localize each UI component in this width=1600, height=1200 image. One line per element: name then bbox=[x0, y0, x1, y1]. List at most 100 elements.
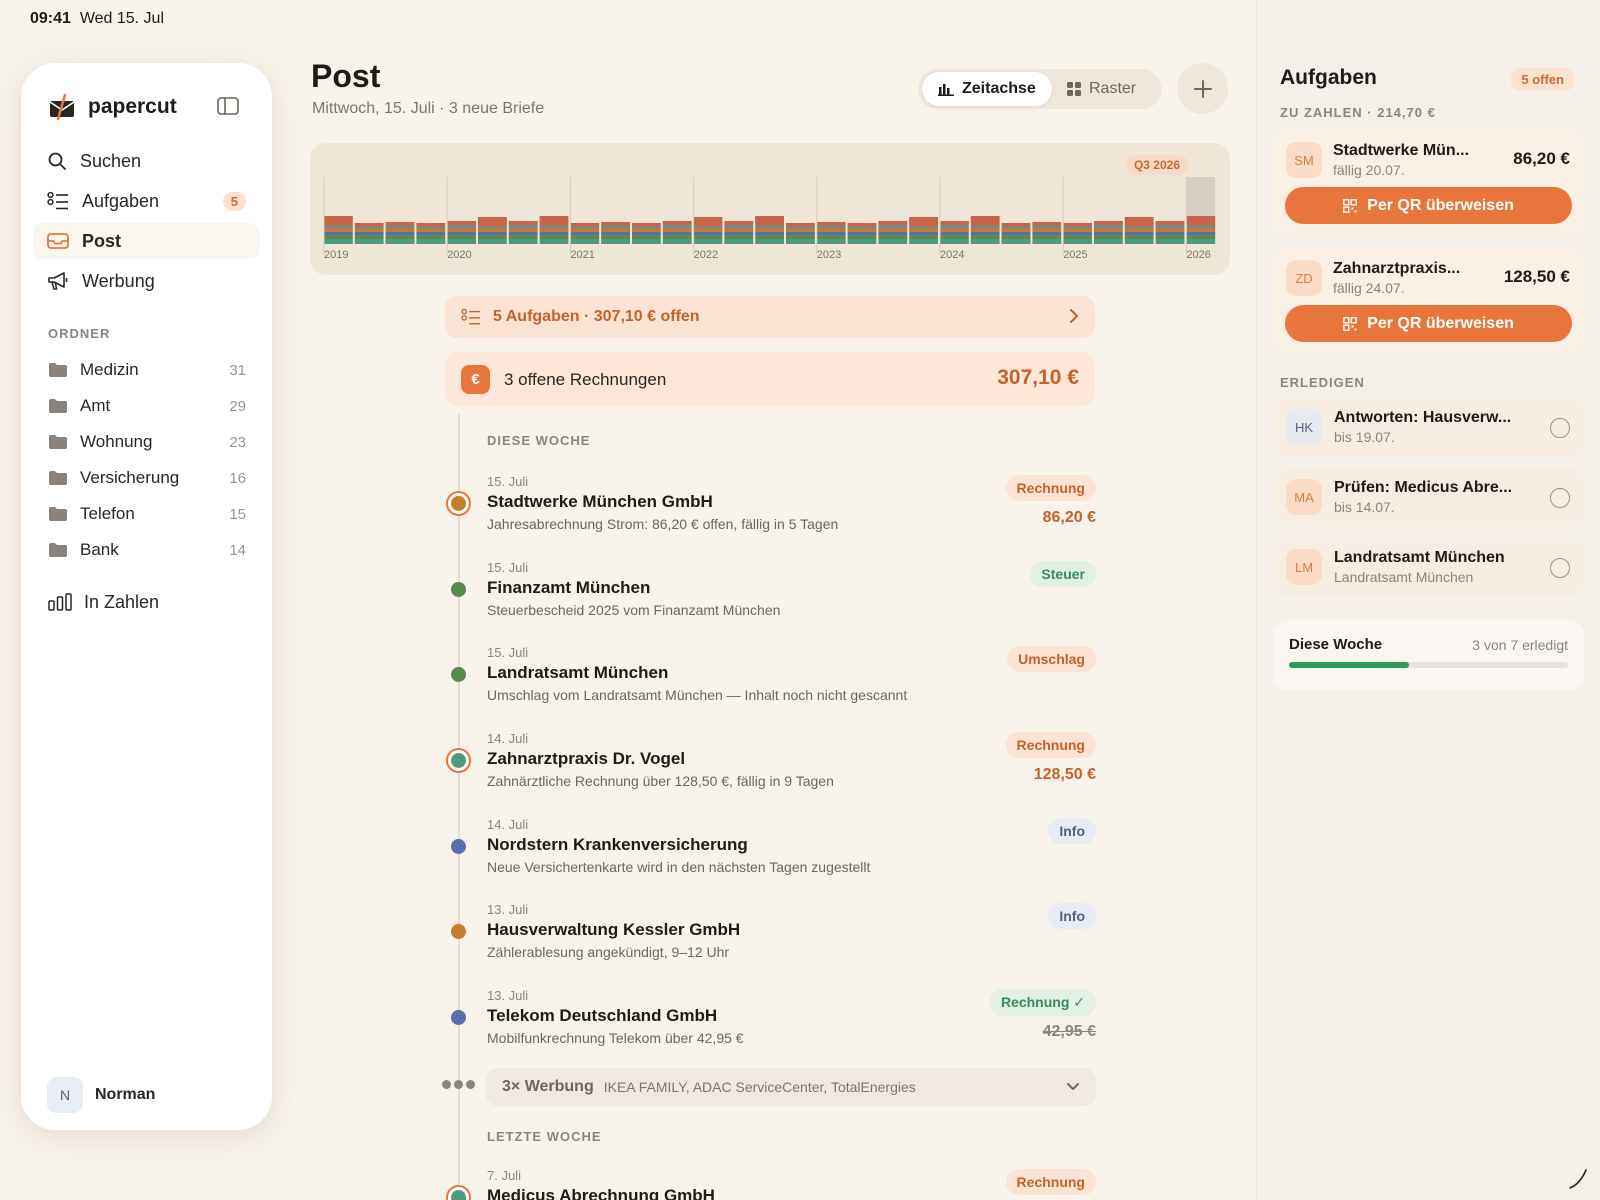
folder-wohnung[interactable]: Wohnung 23 bbox=[48, 427, 246, 457]
letter-entry[interactable]: 14. Juli Zahnarztpraxis Dr. Vogel Zahnärzt… bbox=[440, 731, 1096, 801]
folder-icon bbox=[49, 507, 67, 521]
pay-qr-button[interactable]: Per QR überweisen bbox=[1285, 187, 1572, 224]
add-button[interactable] bbox=[1177, 63, 1228, 114]
letter-entry[interactable]: 15. Juli Finanzamt München Steuerbescheid … bbox=[440, 560, 1096, 630]
sender-avatar: MA bbox=[1286, 479, 1322, 515]
timeline-overview[interactable]: Q3 2026 2019 2020 2021 2022 2023 2024 2025 2026 bbox=[310, 143, 1230, 275]
timeline-bar-segment bbox=[786, 239, 815, 244]
folder-count: 31 bbox=[229, 361, 246, 379]
letter-entry[interactable]: 14. Juli Nordstern Krankenversicherung Neu… bbox=[440, 817, 1096, 887]
user-profile[interactable]: N Norman bbox=[47, 1077, 155, 1113]
timeline-bar-segment bbox=[724, 235, 754, 239]
timeline-bar-segment bbox=[1063, 232, 1092, 235]
timeline-bar-segment bbox=[1032, 235, 1062, 239]
payment-card[interactable]: SM Stadtwerke Mün... fällig 20.07. 86,20… bbox=[1273, 130, 1584, 236]
open-tasks-badge: 5 offen bbox=[1511, 68, 1574, 91]
ads-group-row[interactable]: 3× Werbung IKEA FAMILY, ADAC ServiceCent… bbox=[486, 1068, 1096, 1106]
timeline-bar-segment bbox=[1094, 229, 1123, 232]
todo-checkbox[interactable] bbox=[1550, 558, 1570, 578]
nav-tasks[interactable]: Aufgaben 5 bbox=[33, 183, 260, 219]
folder-medizin[interactable]: Medizin 31 bbox=[48, 355, 246, 385]
timeline-bar-segment bbox=[632, 239, 661, 244]
timeline-bar-segment bbox=[816, 235, 846, 239]
timeline-bar-segment bbox=[755, 225, 784, 229]
timeline-bar-segment bbox=[724, 239, 754, 244]
payment-card[interactable]: ZD Zahnarztpraxis... fällig 24.07. 128,5… bbox=[1273, 248, 1584, 354]
sender-avatar: LM bbox=[1286, 549, 1322, 585]
sidebar-icon bbox=[217, 97, 239, 115]
timeline-bar-segment bbox=[324, 216, 353, 225]
timeline-bar-segment bbox=[878, 229, 908, 232]
timeline-bar-segment bbox=[324, 229, 353, 232]
letter-entry[interactable]: 7. Juli Medicus Abrechnung GmbH Rechnung bbox=[440, 1168, 1096, 1200]
timeline-bar-segment bbox=[478, 235, 507, 239]
nav-ads[interactable]: Werbung bbox=[33, 263, 260, 299]
todo-checkbox[interactable] bbox=[1550, 488, 1570, 508]
pay-qr-button[interactable]: Per QR überweisen bbox=[1285, 305, 1572, 342]
letter-entry[interactable]: 15. Juli Landratsamt München Umschlag vom … bbox=[440, 645, 1096, 715]
timeline-bar-segment bbox=[478, 229, 507, 232]
letter-date: 7. Juli bbox=[487, 1168, 521, 1183]
letter-entry[interactable]: 15. Juli Stadtwerke München GmbH Jahresabr… bbox=[440, 474, 1096, 544]
letter-tag: Info bbox=[1048, 903, 1096, 929]
timeline-view-button[interactable]: Zeitachse bbox=[922, 72, 1052, 106]
timeline-bar-segment bbox=[909, 232, 938, 235]
letter-entry[interactable]: 13. Juli Hausverwaltung Kessler GmbH Zähle… bbox=[440, 902, 1096, 972]
payment-sender: Zahnarztpraxis... bbox=[1333, 260, 1461, 277]
nav-statistics[interactable]: In Zahlen bbox=[48, 587, 246, 617]
grid-view-button[interactable]: Raster bbox=[1051, 72, 1152, 106]
timeline-bar-segment bbox=[1186, 229, 1216, 232]
letter-status-dot bbox=[446, 1185, 471, 1200]
avatar: N bbox=[47, 1077, 83, 1113]
payment-due: fällig 20.07. bbox=[1333, 162, 1405, 178]
timeline-bar-segment bbox=[847, 229, 877, 232]
sender-avatar: ZD bbox=[1286, 260, 1322, 296]
letter-date: 15. Juli bbox=[487, 645, 529, 660]
nav-search[interactable]: Suchen bbox=[33, 143, 260, 179]
timeline-bar-segment bbox=[416, 232, 446, 235]
brand[interactable]: papercut bbox=[48, 93, 177, 121]
payment-amount: 128,50 € bbox=[1503, 267, 1570, 286]
timeline-bar-segment bbox=[601, 229, 630, 232]
todo-checkbox[interactable] bbox=[1550, 418, 1570, 438]
todo-card[interactable]: LM Landratsamt München Landratsamt München bbox=[1273, 538, 1584, 596]
folder-versicherung[interactable]: Versicherung 16 bbox=[48, 463, 246, 493]
timeline-bar-segment bbox=[1032, 239, 1062, 244]
timeline-bar-segment bbox=[1001, 229, 1031, 232]
sidebar-toggle-button[interactable] bbox=[217, 97, 239, 120]
todo-card[interactable]: MA Prüfen: Medicus Abre... bis 14.07. bbox=[1273, 468, 1584, 526]
timeline-bar-segment bbox=[662, 229, 692, 232]
folder-bank[interactable]: Bank 14 bbox=[48, 535, 246, 565]
letter-status-dot bbox=[451, 924, 466, 939]
timeline-bar-segment bbox=[693, 226, 723, 229]
timeline-bar-segment bbox=[1124, 235, 1154, 239]
timeline-bar-segment bbox=[416, 239, 446, 244]
timeline-bar-segment bbox=[1094, 224, 1123, 229]
timeline-bar-segment bbox=[539, 216, 569, 225]
letter-date: 14. Juli bbox=[487, 817, 529, 832]
timeline-bar-segment bbox=[1094, 239, 1123, 244]
timeline-bar-segment bbox=[324, 225, 353, 229]
timeline-bar-segment bbox=[940, 221, 969, 224]
timeline-bar-segment bbox=[601, 225, 630, 229]
todo-card[interactable]: HK Antworten: Hausverw... bis 19.07. bbox=[1273, 398, 1584, 456]
timeline-bar-segment bbox=[786, 226, 815, 229]
letter-entry[interactable]: 13. Juli Telekom Deutschland GmbH Mobilfun… bbox=[440, 988, 1096, 1058]
folder-telefon[interactable]: Telefon 15 bbox=[48, 499, 246, 529]
folder-amt[interactable]: Amt 29 bbox=[48, 391, 246, 421]
timeline-bar-segment bbox=[539, 239, 569, 244]
timeline-bar-segment bbox=[878, 221, 908, 224]
statistics-label: In Zahlen bbox=[84, 591, 160, 612]
current-quarter-badge: Q3 2026 bbox=[1125, 155, 1188, 175]
timeline-bar-segment bbox=[816, 225, 846, 229]
letter-status-dot bbox=[451, 582, 466, 597]
nav-post[interactable]: Post bbox=[33, 223, 260, 259]
timeline-bar-segment bbox=[909, 217, 938, 226]
year-label: 2026 bbox=[1186, 249, 1210, 261]
open-invoices-card[interactable]: € 3 offene Rechnungen 307,10 € bbox=[445, 352, 1095, 406]
folder-icon bbox=[49, 543, 67, 557]
timeline-bar-segment bbox=[693, 229, 723, 232]
tasks-summary-banner[interactable]: 5 Aufgaben · 307,10 € offen bbox=[445, 296, 1095, 338]
timeline-bar-segment bbox=[539, 229, 569, 232]
timeline-bar-segment bbox=[324, 235, 353, 239]
